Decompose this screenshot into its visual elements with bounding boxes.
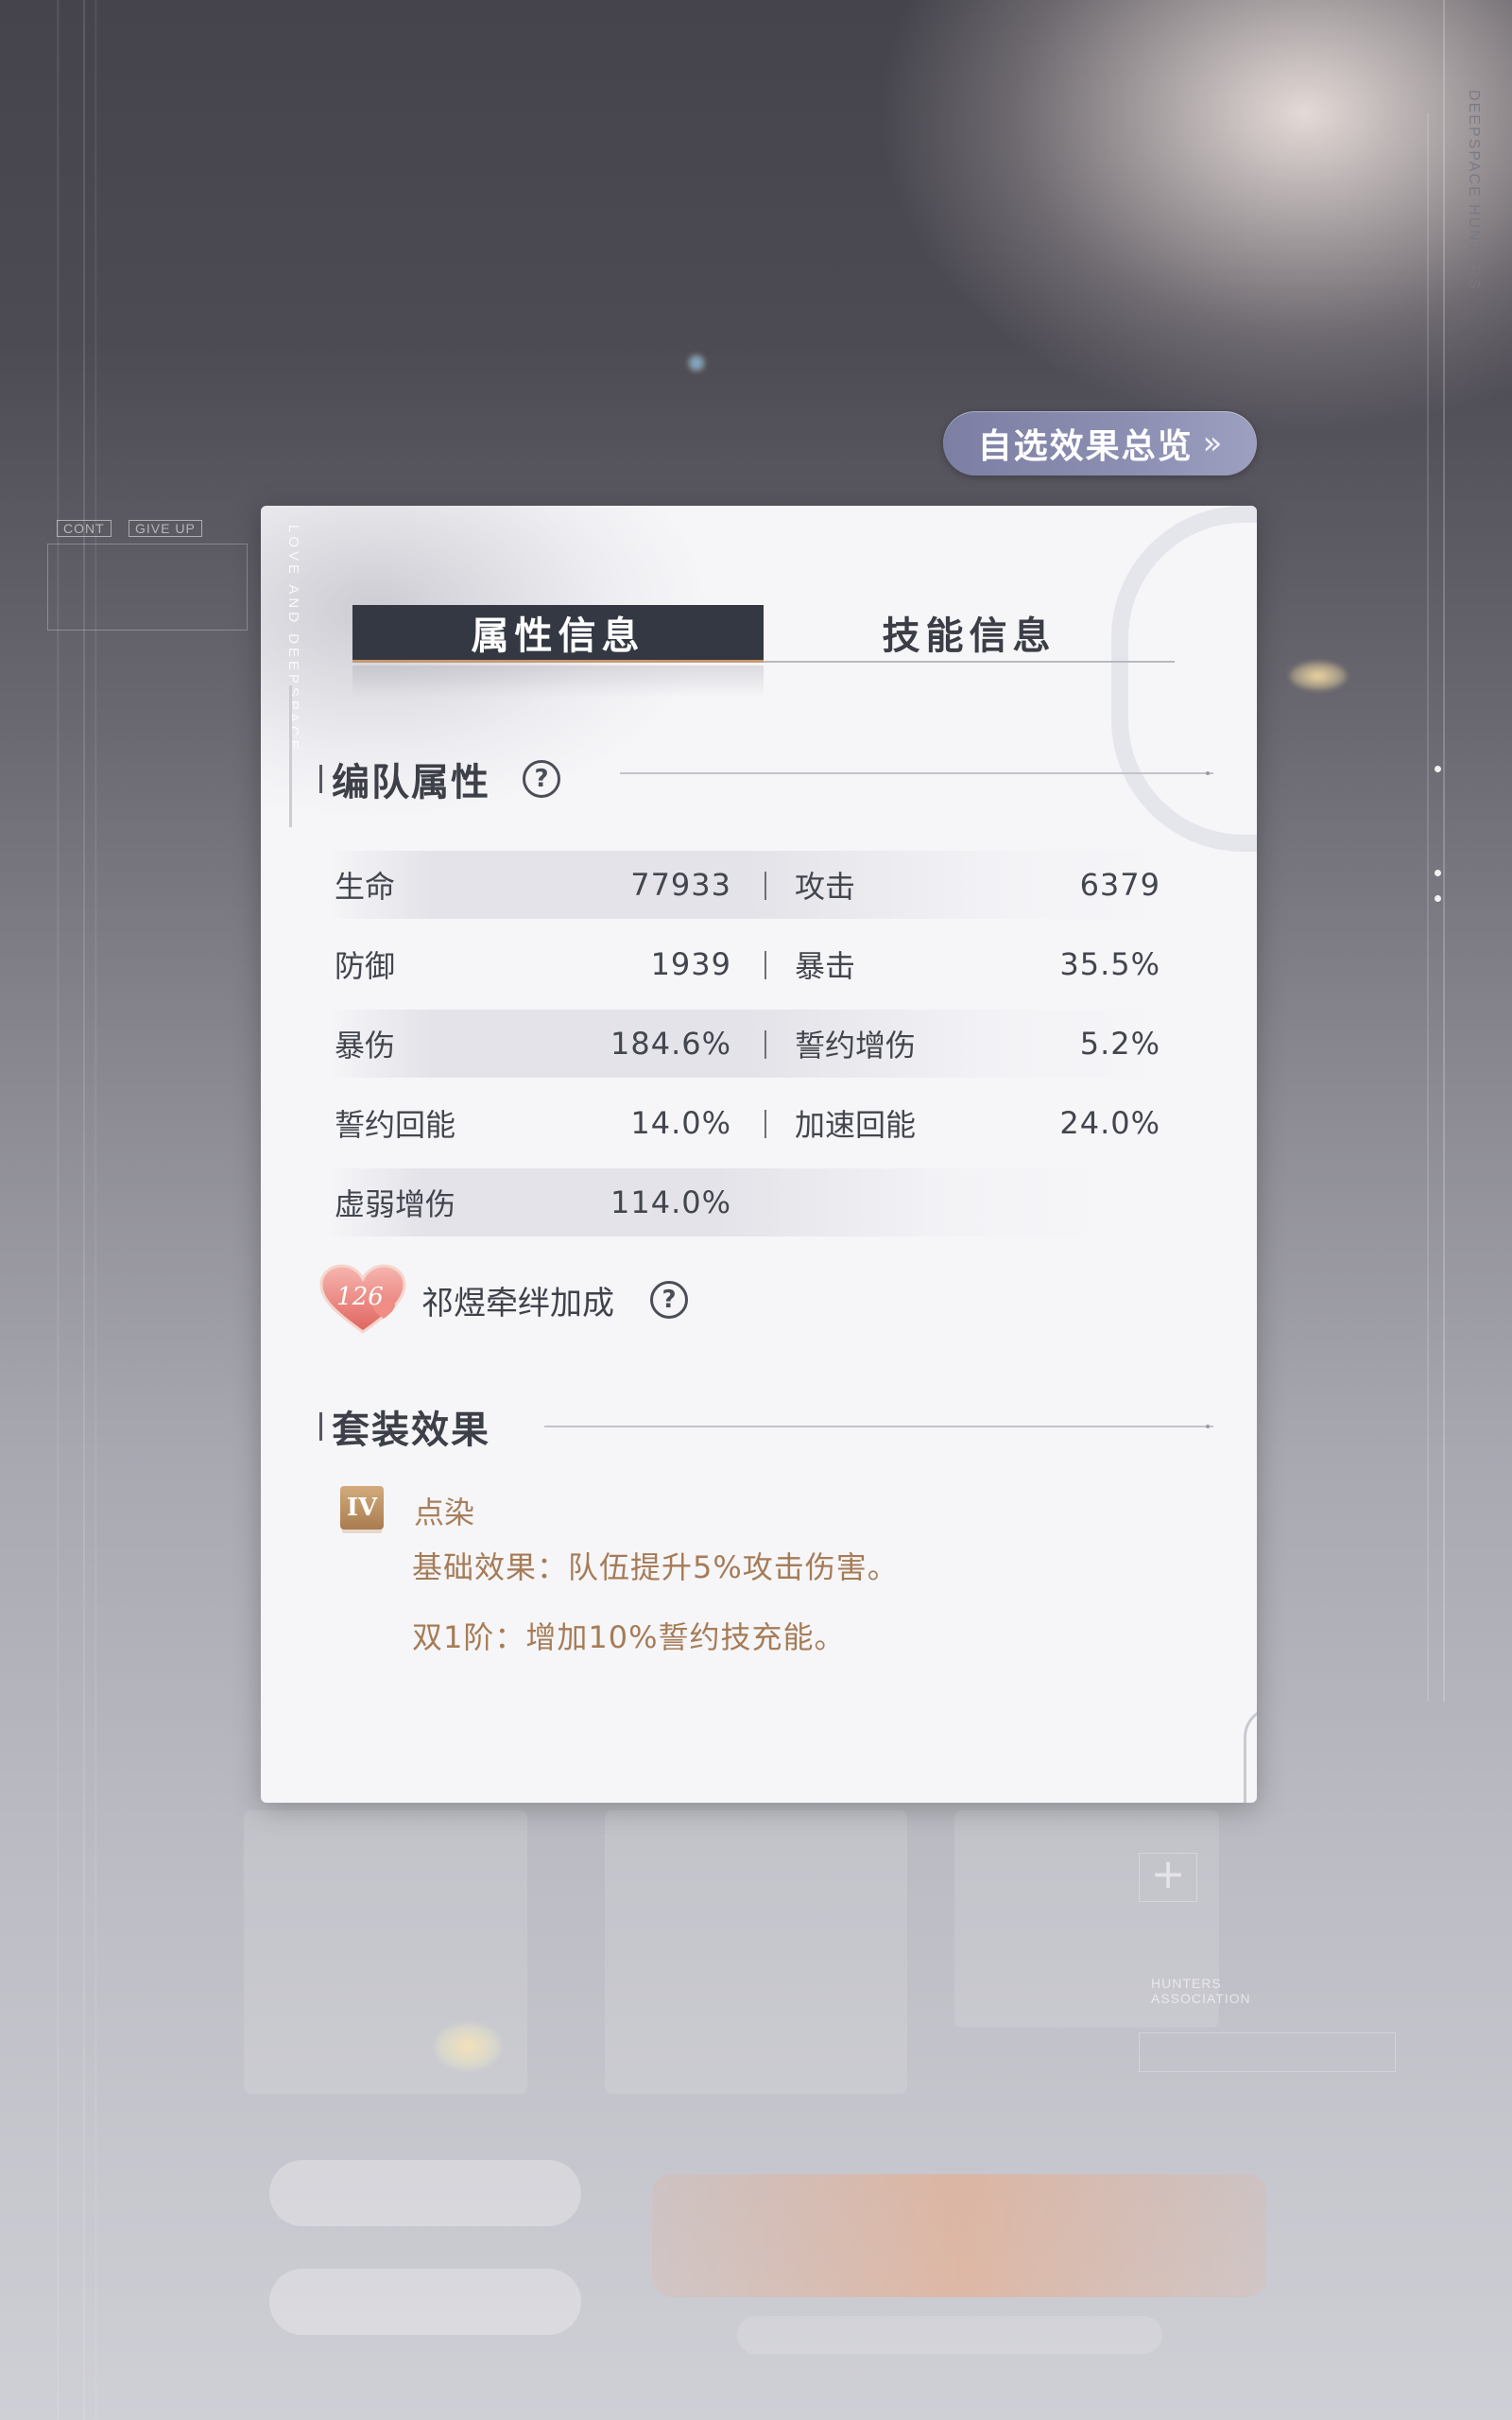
background-card (954, 1810, 1219, 2028)
stat-separator (765, 1030, 766, 1059)
background-bottom-bar (737, 2316, 1162, 2354)
tab-attribute-info[interactable]: 属性信息 (352, 605, 764, 663)
background-info-block (1139, 2032, 1396, 2072)
panel-decor-arc (1111, 506, 1257, 852)
background-pill (269, 2269, 581, 2335)
self-select-overview-button[interactable]: 自选效果总览 » (943, 411, 1257, 475)
set-effect-line: 双1阶：增加10%誓约技充能。 (412, 1619, 846, 1655)
stat-label: 誓约回能 (335, 1107, 456, 1143)
section-rule (620, 772, 1213, 774)
stat-speed-energy: 加速回能 24.0% (795, 1089, 1160, 1157)
stat-label: 暴击 (795, 948, 856, 984)
stat-value: 14.0% (630, 1105, 731, 1141)
panel-vertical-text: LOVE AND DEEPSPACE (285, 525, 301, 753)
background-divider (83, 0, 85, 2420)
stat-oath-energy: 誓约回能 14.0% (335, 1089, 731, 1157)
stat-row: 暴伤 184.6% 誓约增伤 5.2% (327, 1010, 1177, 1078)
background-glint (435, 2023, 501, 2070)
background-glint (688, 354, 705, 372)
heart-level-icon: 126 (318, 1262, 408, 1338)
stat-label: 防御 (335, 948, 396, 984)
attribute-panel: LOVE AND DEEPSPACE 属性信息 技能信息 编队属性 ? 生命 7… (261, 506, 1257, 1803)
bond-help-icon[interactable]: ? (650, 1281, 688, 1319)
stat-value: 35.5% (1059, 946, 1160, 982)
bond-level-number: 126 (336, 1283, 384, 1311)
stat-row: 防御 1939 暴击 35.5% (327, 930, 1177, 998)
background-tag: CONT (57, 520, 112, 537)
stat-label: 生命 (335, 869, 396, 905)
stat-value: 114.0% (610, 1184, 731, 1220)
panel-left-line (289, 685, 292, 827)
stat-value: 24.0% (1059, 1105, 1160, 1141)
background-pill (269, 2160, 581, 2226)
background-glint (1290, 662, 1347, 690)
background-dot (1435, 870, 1441, 876)
set-tier-badge: IV (340, 1486, 384, 1530)
background-association-label: HUNTERS ASSOCIATION (1151, 1976, 1251, 2006)
background-divider (1427, 113, 1429, 1702)
stat-value: 6379 (1079, 867, 1160, 903)
tabs-underline (764, 661, 1175, 663)
background-card (244, 1810, 527, 2094)
set-effect-line: 基础效果：队伍提升5%攻击伤害。 (412, 1549, 899, 1585)
stat-value: 5.2% (1079, 1026, 1160, 1062)
rule-end-dot (1206, 1425, 1210, 1428)
background-card (605, 1810, 907, 2094)
help-icon[interactable]: ? (523, 760, 560, 798)
set-name: 点染 (414, 1495, 475, 1530)
stat-crit-damage: 暴伤 184.6% (335, 1010, 731, 1078)
stat-oath-damage: 誓约增伤 5.2% (795, 1010, 1160, 1078)
bond-bonus-row: 126 祁煜牵绊加成 ? (318, 1262, 688, 1338)
stat-row: 生命 77933 攻击 6379 (327, 851, 1177, 919)
background-orange-button (652, 2174, 1266, 2297)
stat-label: 誓约增伤 (795, 1028, 917, 1063)
background-tag: GIVE UP (129, 520, 202, 537)
stat-label: 加速回能 (795, 1107, 917, 1143)
stat-attack: 攻击 6379 (795, 851, 1160, 919)
stat-hp: 生命 77933 (335, 851, 731, 919)
stat-row: 誓约回能 14.0% 加速回能 24.0% (327, 1089, 1177, 1157)
bond-bonus-label: 祁煜牵绊加成 (421, 1284, 614, 1322)
stat-label: 虚弱增伤 (335, 1186, 456, 1222)
section-bar (319, 1412, 322, 1441)
stat-value: 77933 (630, 867, 731, 903)
overview-button-label: 自选效果总览 (977, 426, 1194, 466)
background-dot (1435, 895, 1441, 902)
background-dot (1435, 766, 1441, 772)
stat-crit-rate: 暴击 35.5% (795, 930, 1160, 998)
rule-end-dot (1206, 771, 1210, 775)
stat-value: 184.6% (610, 1026, 731, 1062)
stat-row: 虚弱增伤 114.0% (327, 1168, 1111, 1236)
stat-separator (765, 951, 766, 979)
info-tabs: 属性信息 技能信息 (352, 605, 1175, 698)
stat-defense: 防御 1939 (335, 930, 731, 998)
set-effect-title: 套装效果 (332, 1408, 490, 1452)
background-divider (1443, 0, 1445, 1702)
stat-label: 暴伤 (335, 1028, 396, 1063)
set-effect-header: 套装效果 (319, 1399, 490, 1454)
section-rule (544, 1426, 1213, 1427)
stat-label: 攻击 (795, 869, 856, 905)
background-plus-icon: + (1139, 1853, 1197, 1902)
panel-scroll-fade (261, 1683, 1257, 1749)
stat-separator (765, 872, 766, 900)
tab-shadow (352, 666, 764, 698)
stat-value: 1939 (650, 946, 731, 982)
stat-weakness-damage: 虚弱增伤 114.0% (335, 1168, 731, 1236)
double-chevron-right-icon: » (1202, 424, 1223, 462)
section-bar (319, 765, 322, 793)
team-attributes-header: 编队属性 ? (319, 752, 560, 806)
background-brand-text: DEEPSPACE HUNTERS (1466, 90, 1482, 291)
background-info-block (47, 544, 248, 631)
team-attributes-title: 编队属性 (332, 760, 490, 804)
stat-separator (765, 1110, 766, 1138)
tab-skill-info[interactable]: 技能信息 (764, 605, 1175, 660)
